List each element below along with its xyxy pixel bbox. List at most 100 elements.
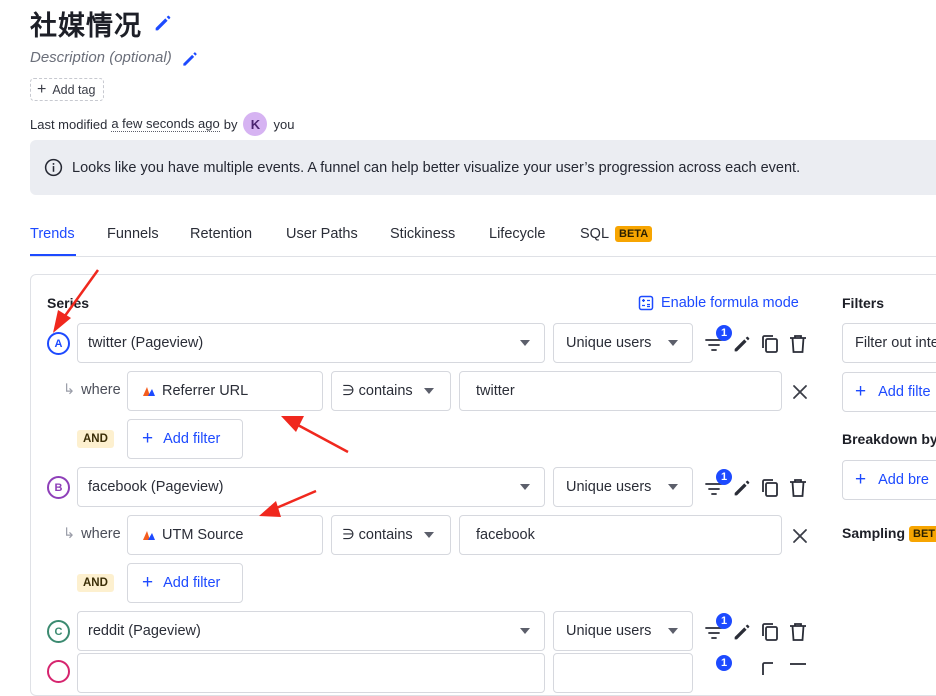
add-filter-button-a[interactable]: + Add filter [127, 419, 243, 459]
where-label-a: where [81, 382, 121, 398]
series-letter-d [47, 660, 70, 683]
math-select-a[interactable]: Unique users [553, 323, 693, 363]
event-label-b: facebook (Pageview) [88, 479, 224, 495]
banner-text: Looks like you have multiple events. A f… [72, 159, 801, 176]
filter-out-internal-toggle[interactable]: Filter out inte [842, 323, 936, 363]
math-select-b[interactable]: Unique users [553, 467, 693, 507]
plus-icon: + [855, 469, 867, 490]
operator-select-a[interactable]: ∋ contains [331, 371, 451, 411]
add-global-filter-button[interactable]: + Add filte [842, 372, 936, 412]
add-breakdown-button[interactable]: + Add bre [842, 460, 936, 500]
duplicate-icon[interactable] [759, 333, 781, 355]
last-modified: Last modified a few seconds ago by K you [30, 112, 294, 136]
user-name: you [273, 116, 295, 132]
chevron-down-icon [668, 484, 678, 490]
duplicate-icon[interactable] [759, 660, 781, 682]
filter-out-label: Filter out inte [855, 335, 936, 351]
tab-trends[interactable]: Trends [30, 226, 75, 242]
avatar[interactable]: K [243, 112, 268, 136]
plus-icon: + [142, 428, 154, 449]
tab-lifecycle[interactable]: Lifecycle [489, 226, 545, 242]
by-label: by [223, 116, 238, 132]
event-select-b[interactable]: facebook (Pageview) [77, 467, 545, 507]
where-label-b: where [81, 526, 121, 542]
rename-icon[interactable] [731, 621, 753, 643]
duplicate-icon[interactable] [759, 477, 781, 499]
add-filter-label-b: Add filter [163, 575, 221, 591]
branch-icon: ↳ [63, 382, 76, 398]
funnel-suggestion-banner: Looks like you have multiple events. A f… [30, 140, 936, 195]
math-label-b: Unique users [566, 479, 652, 495]
delete-icon[interactable] [787, 659, 809, 681]
filter-count-badge: 1 [716, 469, 732, 485]
last-modified-prefix: Last modified [30, 116, 108, 132]
event-select-c[interactable]: reddit (Pageview) [77, 611, 545, 651]
property-label-a: Referrer URL [162, 383, 249, 399]
tab-funnels[interactable]: Funnels [107, 226, 159, 242]
plus-icon: + [142, 572, 154, 593]
operator-select-b[interactable]: ∋ contains [331, 515, 451, 555]
series-title: Series [47, 295, 90, 311]
rename-icon[interactable] [731, 333, 753, 355]
property-icon [143, 531, 155, 540]
chevron-down-icon [668, 340, 678, 346]
chevron-down-icon [424, 532, 434, 538]
add-filter-label-a: Add filter [163, 431, 221, 447]
chevron-down-icon [520, 484, 530, 490]
edit-title-icon[interactable] [152, 12, 174, 34]
math-select-d[interactable] [553, 653, 693, 693]
page-title[interactable]: 社媒情况 [30, 4, 142, 43]
tab-retention[interactable]: Retention [190, 226, 252, 242]
chevron-down-icon [520, 628, 530, 634]
add-filter-button-b[interactable]: + Add filter [127, 563, 243, 603]
rename-icon[interactable] [731, 477, 753, 499]
close-icon[interactable] [789, 381, 811, 403]
value-input-a[interactable]: twitter [459, 371, 782, 411]
tab-sql-label: SQL [580, 226, 610, 242]
enable-formula-mode-button[interactable]: Enable formula mode [638, 295, 799, 311]
event-label-c: reddit (Pageview) [88, 623, 201, 639]
close-icon[interactable] [789, 525, 811, 547]
delete-icon[interactable] [787, 333, 809, 355]
value-label-b: facebook [476, 527, 535, 543]
formula-mode-label: Enable formula mode [661, 295, 799, 311]
filter-count-badge: 1 [716, 613, 732, 629]
sampling-label: Sampling [842, 525, 906, 541]
sampling-beta-badge: BET [909, 526, 936, 542]
tab-sql[interactable]: SQL BETA [580, 226, 653, 242]
breakdown-title: Breakdown by [842, 431, 936, 447]
property-icon [143, 387, 155, 396]
math-select-c[interactable]: Unique users [553, 611, 693, 651]
property-select-a[interactable]: Referrer URL [127, 371, 323, 411]
series-letter-b: B [47, 476, 70, 499]
active-tab-indicator [30, 254, 76, 256]
event-select-d[interactable] [77, 653, 545, 693]
insight-tabs: Trends Funnels Retention User Paths Stic… [30, 216, 936, 257]
beta-badge: BETA [615, 226, 653, 242]
calculator-icon [638, 295, 654, 311]
property-select-b[interactable]: UTM Source [127, 515, 323, 555]
value-input-b[interactable]: facebook [459, 515, 782, 555]
where-row-a: ↳ where [63, 382, 121, 398]
delete-icon[interactable] [787, 621, 809, 643]
property-label-b: UTM Source [162, 527, 244, 543]
series-letter-c: C [47, 620, 70, 643]
and-label-a: AND [77, 430, 114, 448]
info-icon [44, 158, 63, 177]
value-label-a: twitter [476, 383, 515, 399]
tab-user-paths[interactable]: User Paths [286, 226, 358, 242]
operator-label-b: ∋ contains [342, 527, 413, 543]
operator-label-a: ∋ contains [342, 383, 413, 399]
last-modified-time[interactable]: a few seconds ago [111, 116, 220, 132]
add-tag-button[interactable]: + Add tag [30, 78, 105, 101]
description-field[interactable]: Description (optional) [30, 49, 172, 66]
event-select-a[interactable]: twitter (Pageview) [77, 323, 545, 363]
edit-description-icon[interactable] [180, 49, 200, 69]
tab-stickiness[interactable]: Stickiness [390, 226, 455, 242]
add-global-filter-label: Add filte [878, 384, 931, 400]
math-label-c: Unique users [566, 623, 652, 639]
delete-icon[interactable] [787, 477, 809, 499]
duplicate-icon[interactable] [759, 621, 781, 643]
and-label-b: AND [77, 574, 114, 592]
event-label-a: twitter (Pageview) [88, 335, 204, 351]
